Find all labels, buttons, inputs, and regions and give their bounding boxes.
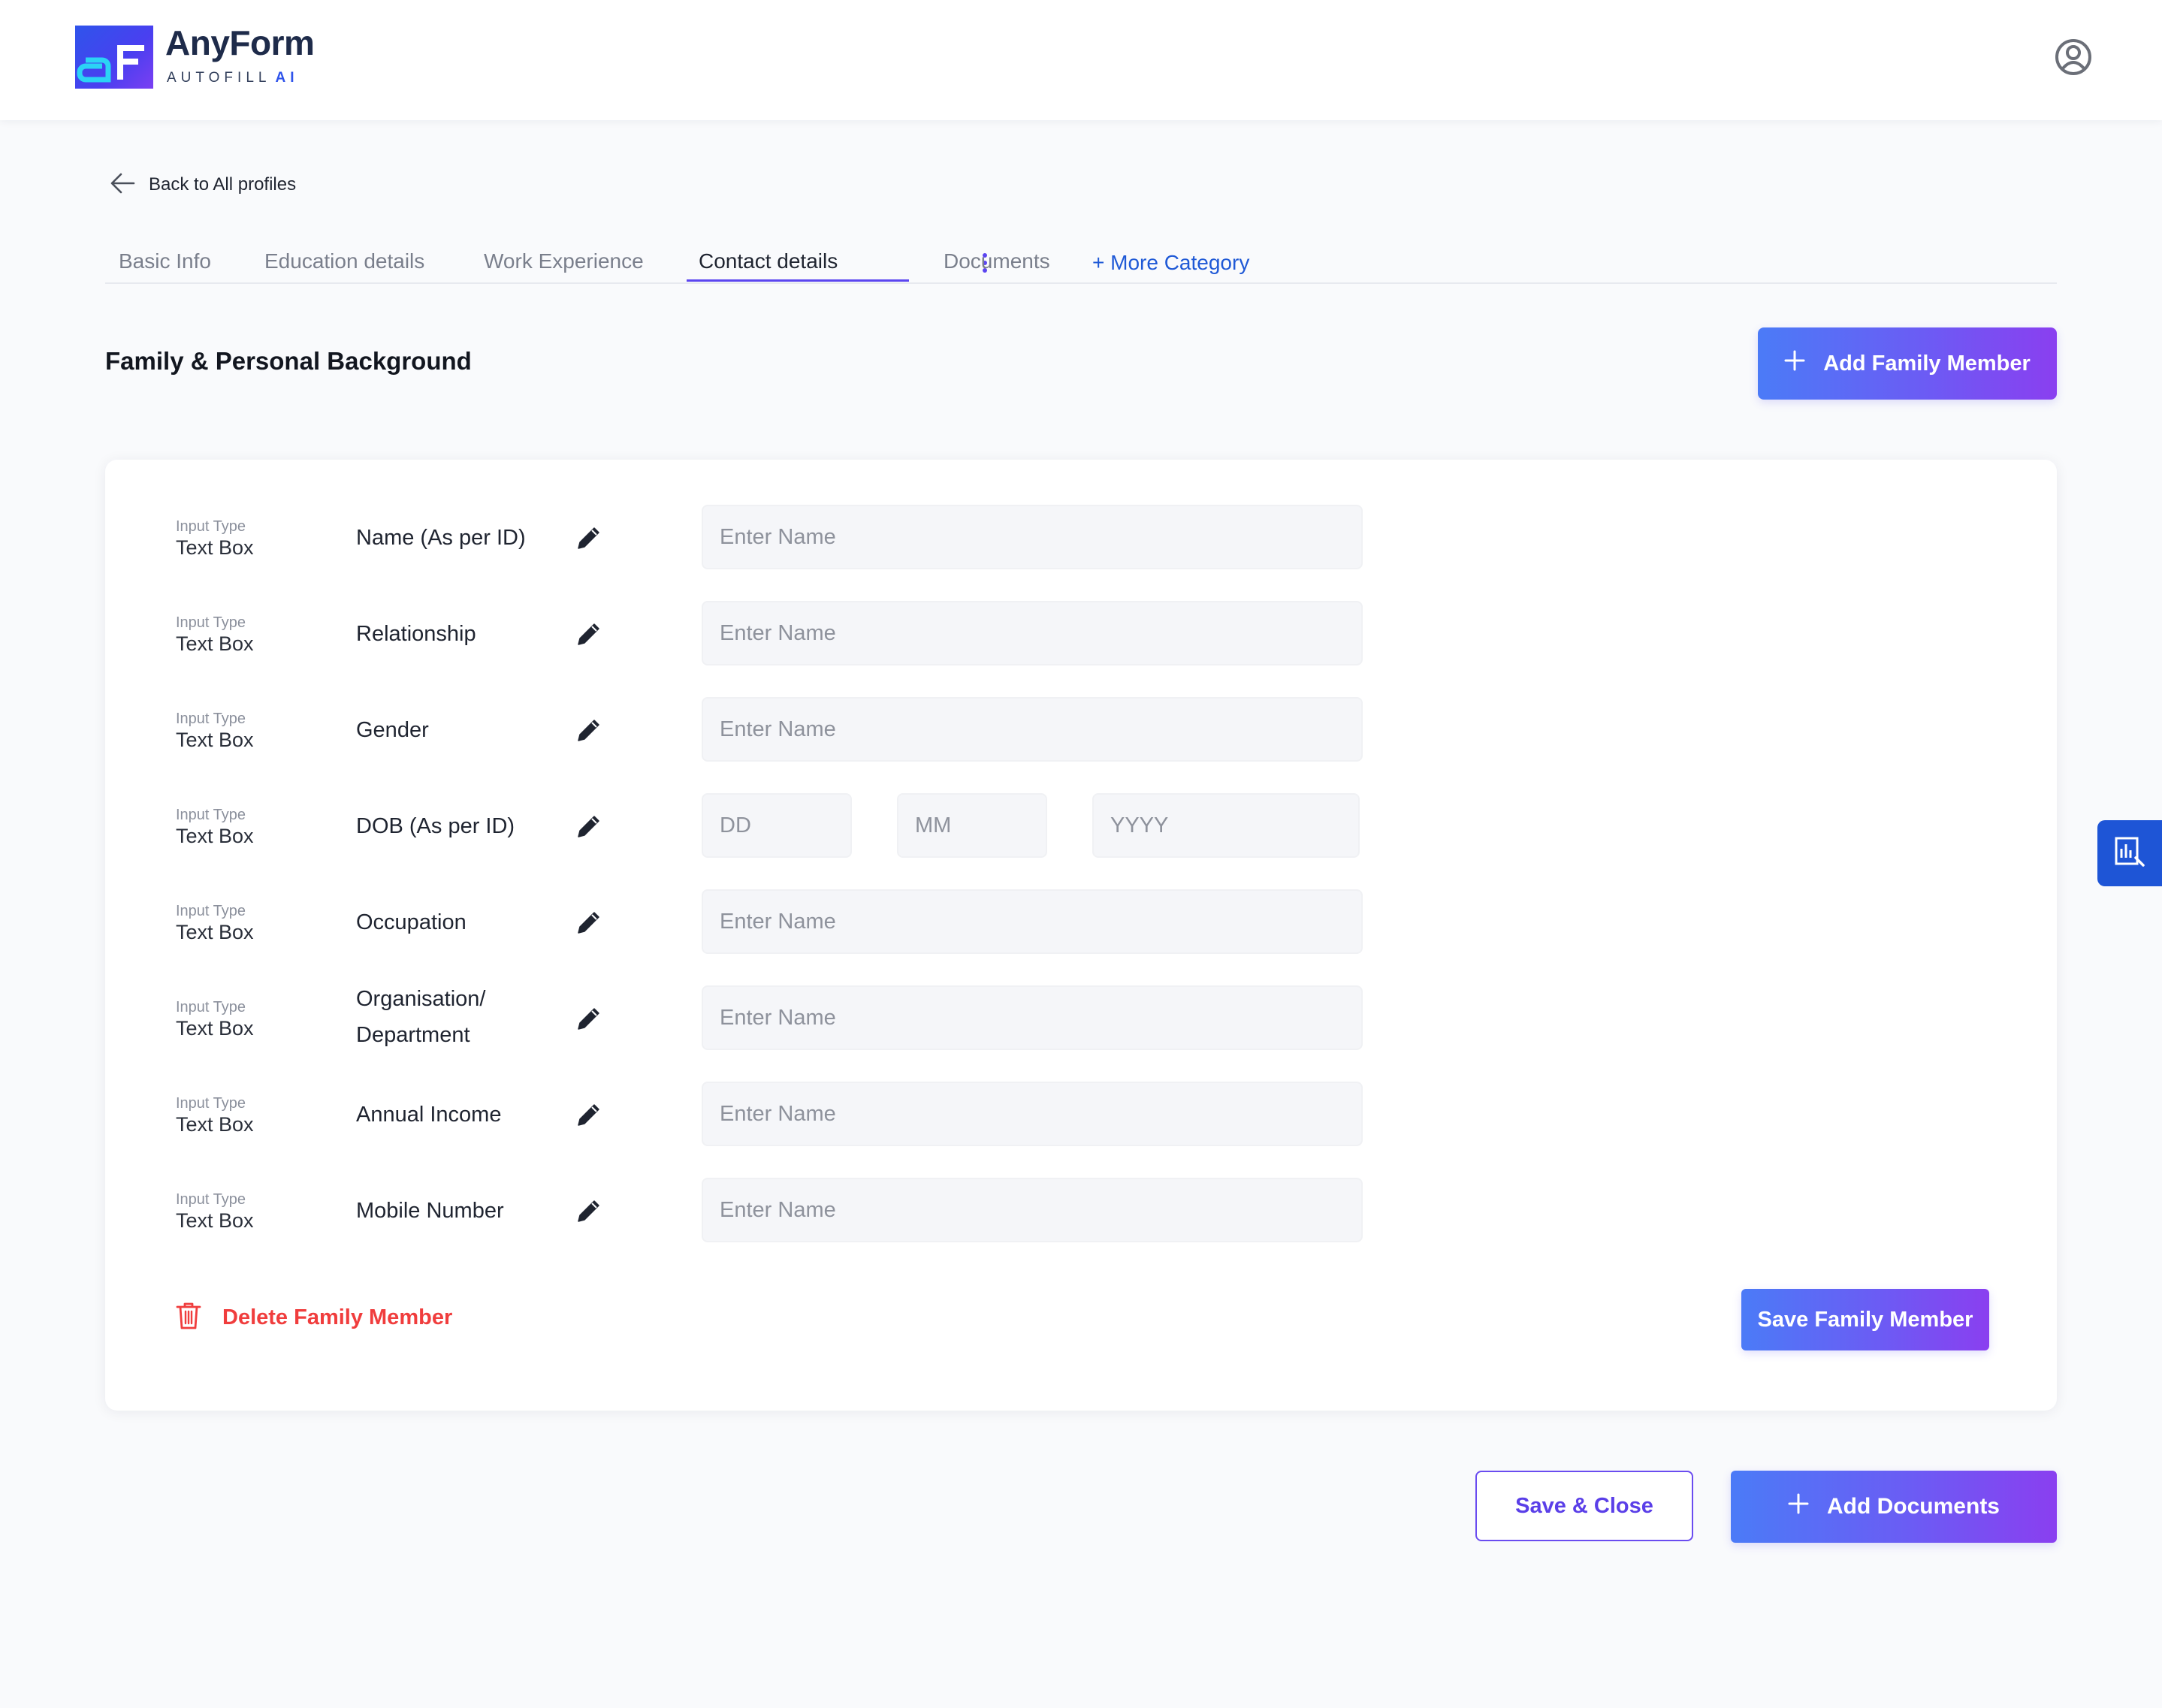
pencil-icon[interactable]: [574, 1003, 604, 1034]
form-row: Input Type Text Box Gender: [105, 696, 2057, 765]
annual-income-input[interactable]: [702, 1082, 1363, 1146]
plus-icon: [1784, 350, 1805, 377]
user-circle-icon[interactable]: [2054, 38, 2093, 77]
input-type-value: Text Box: [176, 1017, 254, 1040]
pencil-icon[interactable]: [574, 907, 604, 937]
pencil-icon[interactable]: [574, 715, 604, 745]
mobile-number-input[interactable]: [702, 1178, 1363, 1242]
report-icon: [2113, 835, 2146, 872]
add-family-member-label: Add Family Member: [1823, 351, 2031, 376]
form-row: Input Type Text Box DOB (As per ID): [105, 792, 2057, 861]
input-type-value: Text Box: [176, 921, 254, 943]
pencil-icon[interactable]: [574, 1100, 604, 1130]
section-title: Family & Personal Background: [105, 347, 472, 375]
input-type-caption: Input Type: [176, 711, 246, 727]
tab-work-experience[interactable]: Work Experience: [484, 249, 644, 273]
field-label: Occupation: [356, 910, 467, 934]
tab-education-details[interactable]: Education details: [264, 249, 424, 273]
pencil-icon[interactable]: [574, 619, 604, 649]
report-side-tab[interactable]: [2097, 820, 2162, 886]
brand-ai: AI: [275, 70, 299, 86]
brand-tagline-text: AUTOFILL: [167, 70, 271, 86]
pencil-icon[interactable]: [574, 811, 604, 841]
logo-icon: [75, 26, 153, 89]
save-and-close-button[interactable]: Save & Close: [1475, 1471, 1693, 1541]
form-row: Input Type Text Box Relationship: [105, 599, 2057, 668]
form-row: Input Type Text Box Annual Income: [105, 1080, 2057, 1149]
input-type-value: Text Box: [176, 825, 254, 847]
occupation-input[interactable]: [702, 889, 1363, 954]
input-type-caption: Input Type: [176, 903, 246, 919]
organisation-input[interactable]: [702, 985, 1363, 1050]
input-type-value: Text Box: [176, 1209, 254, 1232]
family-member-card: Input Type Text Box Name (As per ID) Inp…: [105, 460, 2057, 1411]
dob-year-input[interactable]: [1092, 793, 1360, 858]
save-family-member-button[interactable]: Save Family Member: [1741, 1289, 1989, 1350]
field-label: Mobile Number: [356, 1199, 504, 1223]
input-type-value: Text Box: [176, 536, 254, 559]
form-row: Input Type Text Box Occupation: [105, 888, 2057, 957]
delete-family-member-button[interactable]: Delete Family Member: [176, 1299, 452, 1335]
add-family-member-button[interactable]: Add Family Member: [1758, 327, 2057, 400]
form-row: Input Type Text Box Name (As per ID): [105, 503, 2057, 572]
pencil-icon[interactable]: [574, 523, 604, 553]
delete-family-member-label: Delete Family Member: [222, 1305, 453, 1329]
name-input[interactable]: [702, 505, 1363, 569]
field-label: Annual Income: [356, 1103, 502, 1127]
field-label-line: Organisation/: [356, 987, 486, 1011]
top-bar: AnyForm AUTOFILL AI: [0, 0, 2162, 120]
active-tab-indicator: [687, 279, 909, 282]
arrow-left-icon: [110, 172, 135, 198]
field-label: Organisation/ Department: [356, 981, 486, 1053]
trash-icon: [176, 1302, 201, 1334]
pencil-icon[interactable]: [574, 1196, 604, 1226]
form-row: Input Type Text Box Organisation/ Depart…: [105, 984, 2057, 1053]
gender-input[interactable]: [702, 697, 1363, 762]
relationship-input[interactable]: [702, 601, 1363, 665]
brand-tagline: AUTOFILL AI: [167, 70, 298, 86]
field-label: Gender: [356, 718, 429, 742]
input-type-caption: Input Type: [176, 1095, 246, 1112]
more-category-link[interactable]: + More Category: [1092, 251, 1249, 275]
field-label: Name (As per ID): [356, 526, 526, 550]
input-type-caption: Input Type: [176, 518, 246, 535]
back-to-profiles-link[interactable]: Back to All profiles: [110, 170, 296, 200]
input-type-caption: Input Type: [176, 1191, 246, 1208]
field-label: DOB (As per ID): [356, 814, 515, 838]
add-documents-label: Add Documents: [1826, 1494, 2000, 1519]
field-label: Relationship: [356, 622, 476, 646]
input-type-value: Text Box: [176, 729, 254, 751]
add-documents-button[interactable]: Add Documents: [1731, 1471, 2057, 1543]
brand-name: AnyForm: [165, 23, 315, 62]
dob-day-input[interactable]: [702, 793, 852, 858]
field-label-line: Department: [356, 1023, 470, 1047]
input-type-value: Text Box: [176, 632, 254, 655]
input-type-caption: Input Type: [176, 807, 246, 823]
tab-contact-details[interactable]: Contact details: [699, 249, 838, 273]
dob-month-input[interactable]: [897, 793, 1047, 858]
plus-icon: [1788, 1493, 1809, 1520]
tab-basic-info[interactable]: Basic Info: [119, 249, 211, 273]
form-row: Input Type Text Box Mobile Number: [105, 1176, 2057, 1245]
tab-documents[interactable]: Documents: [944, 249, 1050, 273]
back-link-label: Back to All profiles: [149, 174, 297, 195]
input-type-value: Text Box: [176, 1113, 254, 1136]
input-type-caption: Input Type: [176, 614, 246, 631]
category-tabs: Basic Info Education details Work Experi…: [105, 242, 2057, 284]
input-type-caption: Input Type: [176, 999, 246, 1015]
